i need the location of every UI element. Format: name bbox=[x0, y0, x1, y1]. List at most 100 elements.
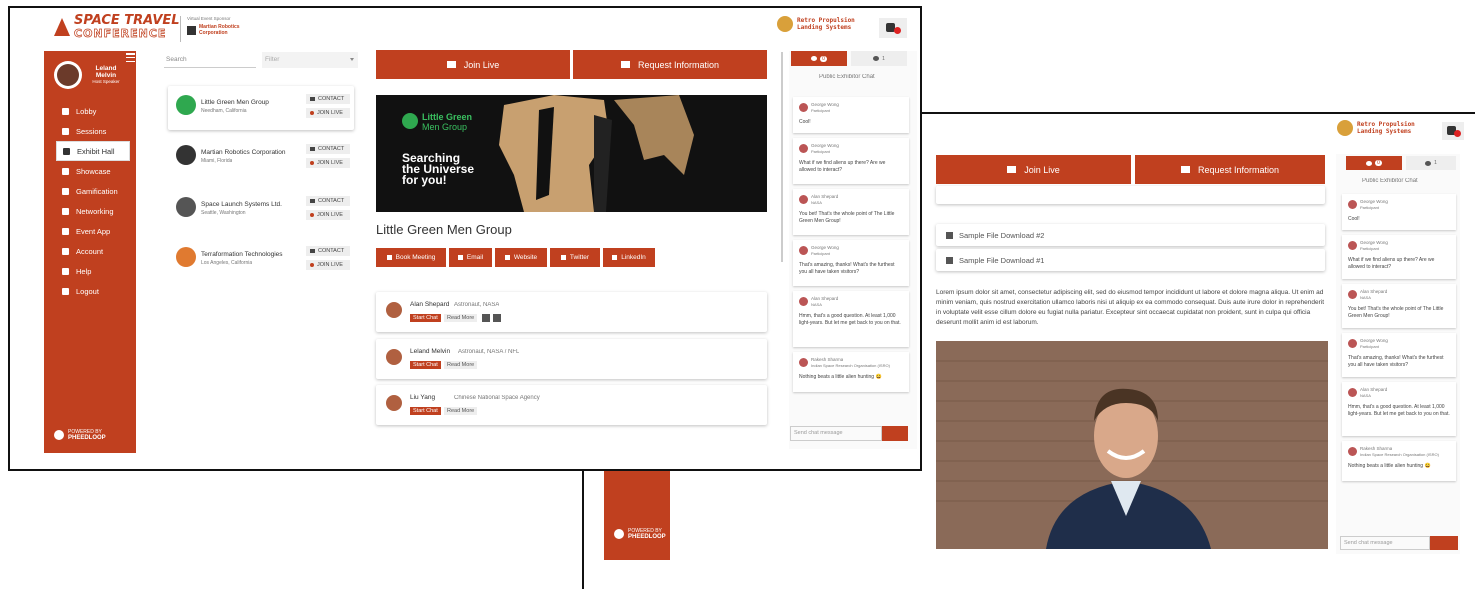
download-item[interactable]: Sample File Download #2 bbox=[936, 224, 1325, 246]
notification-button[interactable] bbox=[1442, 122, 1464, 140]
contact-button[interactable]: CONTACT bbox=[306, 246, 350, 256]
action-label: Twitter bbox=[569, 254, 590, 261]
chat-sender: George Wong bbox=[811, 102, 839, 107]
envelope-icon bbox=[310, 249, 315, 253]
chat-avatar bbox=[799, 297, 808, 306]
exhibitor-location: Needham, California bbox=[201, 108, 247, 114]
exhibitor-name: Space Launch Systems Ltd. bbox=[201, 201, 282, 208]
exhibitor-card[interactable]: Terraformation Technologies Los Angeles, … bbox=[168, 238, 354, 282]
exhibitor-name: Terraformation Technologies bbox=[201, 251, 283, 258]
exhibitor-card[interactable]: Martian Robotics Corporation Miami, Flori… bbox=[168, 136, 354, 180]
chat-input[interactable]: Send chat message bbox=[1340, 536, 1430, 550]
right-sponsor[interactable]: Retro Propulsion Landing Systems bbox=[777, 16, 855, 32]
sidebar-item[interactable]: Event App bbox=[44, 221, 136, 241]
people-tab[interactable]: 1 bbox=[1406, 156, 1456, 170]
join-live-label: Join Live bbox=[463, 59, 500, 70]
read-more-button[interactable]: Read More bbox=[444, 361, 478, 369]
sidebar-item[interactable]: Showcase bbox=[44, 161, 136, 181]
sidebar-item[interactable]: Gamification bbox=[44, 181, 136, 201]
live-dot-icon bbox=[310, 213, 314, 217]
sidebar-item-label: Networking bbox=[76, 206, 114, 216]
sidebar-item[interactable]: Logout bbox=[44, 281, 136, 301]
avatar[interactable] bbox=[54, 61, 82, 89]
search-input[interactable]: Search bbox=[164, 52, 256, 68]
read-more-button[interactable]: Read More bbox=[444, 314, 478, 322]
action-icon bbox=[504, 255, 510, 260]
send-button[interactable] bbox=[1430, 536, 1458, 550]
request-info-button[interactable]: Request Information bbox=[1135, 155, 1325, 184]
envelope-icon bbox=[620, 61, 630, 68]
description-text: Lorem ipsum dolor sit amet, consectetur … bbox=[936, 289, 1325, 326]
start-chat-button[interactable]: Start Chat bbox=[410, 407, 441, 415]
contact-button[interactable]: CONTACT bbox=[306, 144, 350, 154]
sidebar-item[interactable]: Exhibit Hall bbox=[56, 141, 130, 161]
request-info-button[interactable]: Request Information bbox=[573, 50, 767, 79]
chat-input-row: Send chat message bbox=[1340, 536, 1458, 550]
exhibitor-location: Miami, Florida bbox=[201, 158, 233, 164]
sidebar-item-label: Account bbox=[76, 246, 104, 256]
exhibitor-card[interactable]: Little Green Men Group Needham, Californi… bbox=[168, 86, 354, 130]
chat-sender: George Wong bbox=[811, 245, 839, 250]
sidebar-item[interactable]: Lobby bbox=[44, 101, 136, 121]
join-live-label: Join Live bbox=[1024, 164, 1060, 175]
sidebar-item[interactable]: Help bbox=[44, 261, 136, 281]
action-button[interactable]: LinkedIn bbox=[603, 248, 655, 267]
chat-message: Rakesh Sharma Indian Space Research Organ… bbox=[793, 352, 909, 392]
join-live-small-label: JOIN LIVE bbox=[317, 110, 343, 116]
download-label: Sample File Download #1 bbox=[959, 255, 1045, 265]
read-more-button[interactable]: Read More bbox=[444, 407, 478, 415]
join-live-button[interactable]: Join Live bbox=[936, 155, 1131, 184]
chat-avatar bbox=[799, 195, 808, 204]
sidebar-item-label: Event App bbox=[76, 226, 111, 236]
chat-text: What if we find aliens up there? Are we … bbox=[1348, 257, 1435, 270]
download-item[interactable]: Sample File Download #1 bbox=[936, 249, 1325, 271]
action-button[interactable]: Email bbox=[449, 248, 492, 267]
filter-label: Filter bbox=[265, 56, 280, 63]
chat-input[interactable]: Send chat message bbox=[790, 426, 882, 441]
notification-button[interactable] bbox=[879, 18, 907, 38]
sidebar-item[interactable]: Account bbox=[44, 241, 136, 261]
sidebar-item[interactable]: Networking bbox=[44, 201, 136, 221]
contact-button[interactable]: CONTACT bbox=[306, 196, 350, 206]
join-live-small-button[interactable]: JOIN LIVE bbox=[306, 108, 350, 118]
chat-text: Cool! bbox=[1348, 216, 1360, 222]
action-button[interactable]: Website bbox=[495, 248, 547, 267]
chat-message: George Wong Participant What if we find al… bbox=[1342, 235, 1456, 279]
join-live-small-button[interactable]: JOIN LIVE bbox=[306, 158, 350, 168]
linkedin-icon[interactable] bbox=[493, 314, 501, 322]
exhibitor-video[interactable] bbox=[936, 341, 1328, 549]
join-live-small-button[interactable]: JOIN LIVE bbox=[306, 210, 350, 220]
start-chat-button[interactable]: Start Chat bbox=[410, 314, 441, 322]
chat-bubble-icon bbox=[1366, 160, 1373, 166]
chat-tab[interactable]: 0 bbox=[1346, 156, 1402, 170]
user-role: Host Speaker bbox=[92, 79, 120, 84]
conference-logo[interactable]: SPACE TRAVEL CONFERENCE bbox=[54, 14, 180, 40]
right-sponsor-line2: Landing Systems bbox=[1357, 128, 1412, 135]
join-live-small-button[interactable]: JOIN LIVE bbox=[306, 260, 350, 270]
exhibitor-location: Seattle, Washington bbox=[201, 210, 246, 216]
right-sponsor[interactable]: Retro Propulsion Landing Systems bbox=[1337, 120, 1415, 136]
send-button[interactable] bbox=[882, 426, 908, 441]
filter-select[interactable]: Filter bbox=[262, 52, 358, 68]
chat-avatar bbox=[1348, 200, 1357, 209]
chat-avatar bbox=[1348, 241, 1357, 250]
download-icon bbox=[946, 231, 953, 239]
live-dot-icon bbox=[310, 111, 314, 115]
chat-panel: 0 1 Public Exhibitor Chat George Wong Par… bbox=[789, 51, 917, 449]
scrollbar[interactable] bbox=[781, 52, 783, 262]
people-tab[interactable]: 1 bbox=[851, 51, 907, 66]
start-chat-button[interactable]: Start Chat bbox=[410, 361, 441, 369]
chat-text: What if we find aliens up there? Are we … bbox=[799, 160, 886, 173]
sidebar-item[interactable]: Sessions bbox=[44, 121, 136, 141]
chat-tab[interactable]: 0 bbox=[791, 51, 847, 66]
sponsor-block[interactable]: Virtual Event Sponsor Martian Robotics C… bbox=[180, 16, 240, 42]
chat-sender-role: Participant bbox=[811, 251, 830, 256]
twitter-icon[interactable] bbox=[482, 314, 490, 322]
join-live-button[interactable]: Join Live bbox=[376, 50, 570, 79]
action-button[interactable]: Book Meeting bbox=[376, 248, 446, 267]
contact-button[interactable]: CONTACT bbox=[306, 94, 350, 104]
chat-avatar bbox=[1348, 388, 1357, 397]
menu-icon[interactable] bbox=[126, 53, 135, 62]
action-button[interactable]: Twitter bbox=[550, 248, 600, 267]
exhibitor-card[interactable]: Space Launch Systems Ltd. Seattle, Washin… bbox=[168, 188, 354, 232]
